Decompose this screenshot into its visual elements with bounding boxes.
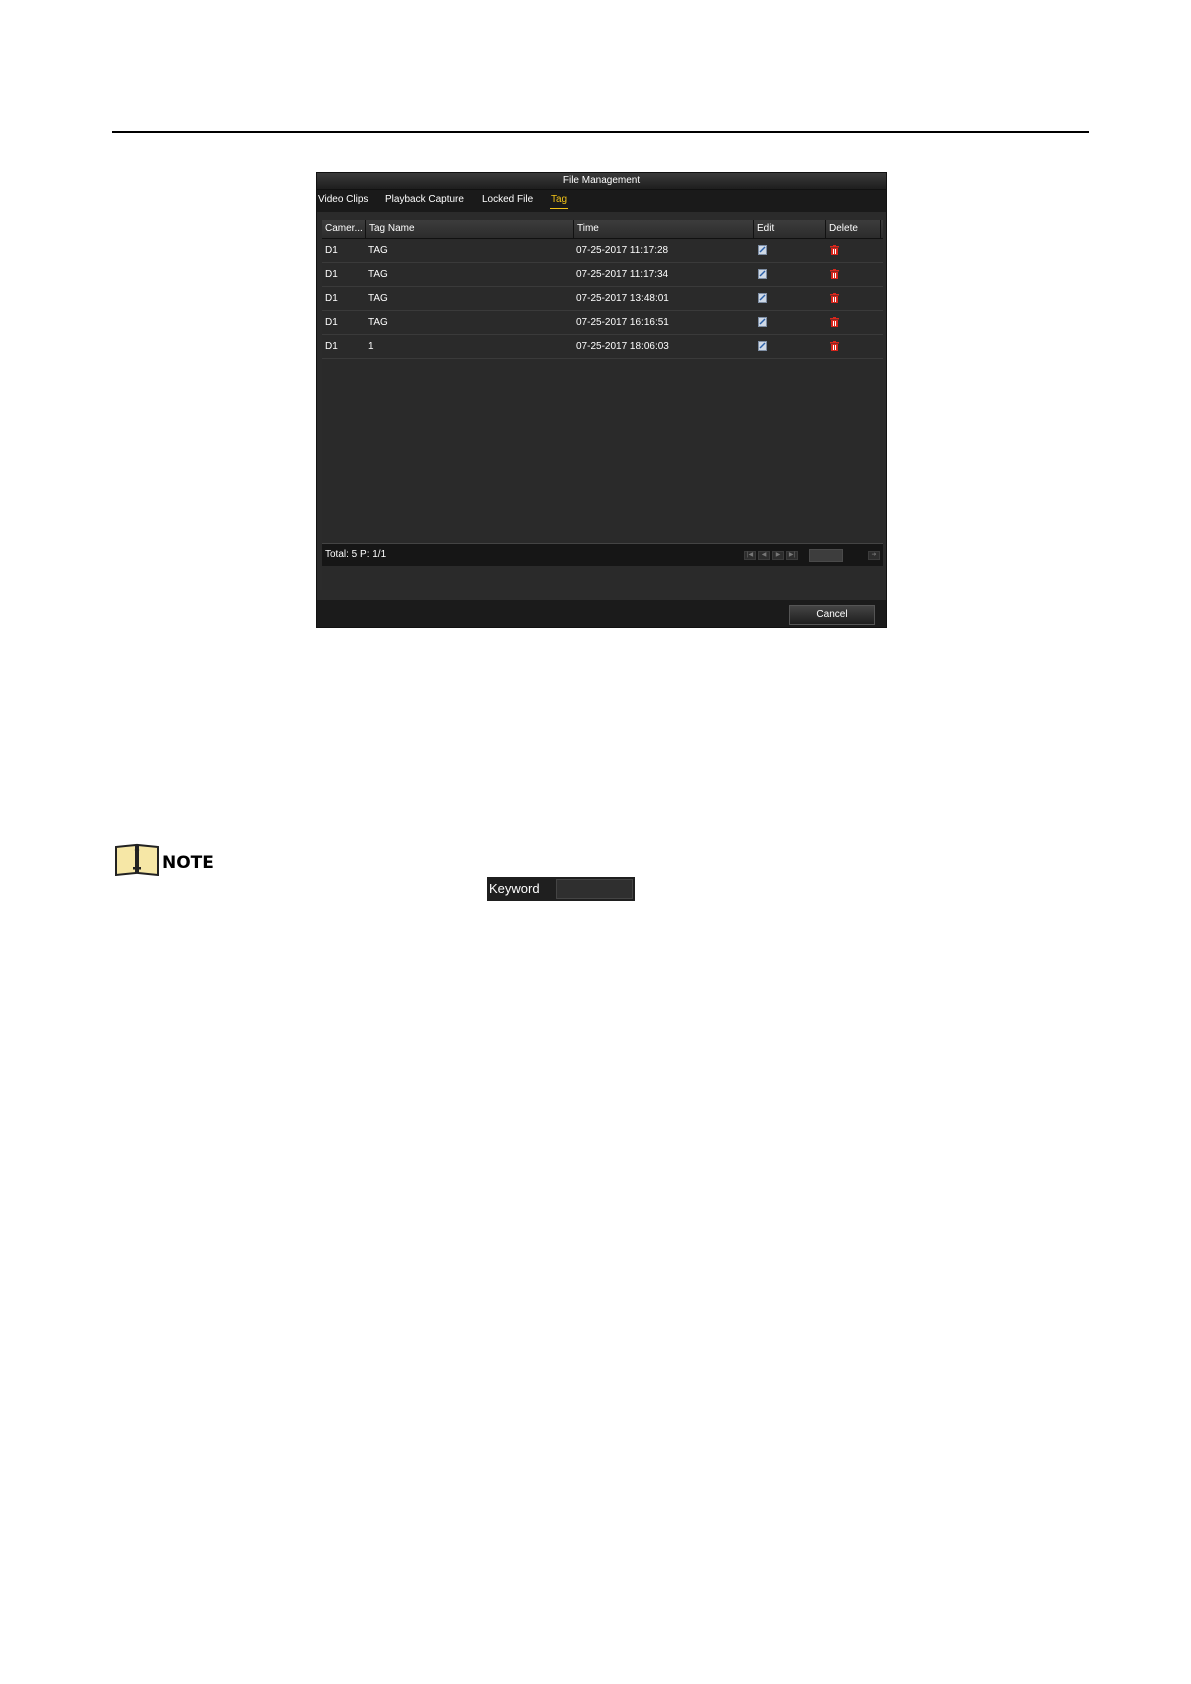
cell-tag-name: TAG (368, 269, 388, 280)
delete-icon[interactable] (830, 341, 839, 351)
column-delete[interactable]: Delete (826, 220, 881, 238)
note-book-icon (115, 843, 159, 876)
cancel-button[interactable]: Cancel (789, 605, 875, 625)
table-row[interactable]: D1 TAG 07-25-2017 16:16:51 (322, 311, 883, 335)
cell-camera: D1 (325, 245, 338, 256)
table-row[interactable]: D1 TAG 07-25-2017 11:17:28 (322, 239, 883, 263)
keyword-input[interactable] (556, 879, 633, 899)
cell-camera: D1 (325, 269, 338, 280)
cell-camera: D1 (325, 293, 338, 304)
tab-locked-file[interactable]: Locked File (482, 194, 533, 205)
prev-page-icon[interactable]: ◀ (758, 551, 770, 560)
delete-icon[interactable] (830, 317, 839, 327)
last-page-icon[interactable]: ▶| (786, 551, 798, 560)
delete-icon[interactable] (830, 293, 839, 303)
page-number-input[interactable] (809, 549, 843, 562)
tab-bar: Video Clips Playback Capture Locked File… (317, 190, 886, 212)
table-row[interactable]: D1 TAG 07-25-2017 11:17:34 (322, 263, 883, 287)
cell-camera: D1 (325, 341, 338, 352)
dialog-title: File Management (317, 173, 886, 190)
edit-icon[interactable] (758, 269, 767, 279)
tab-playback-capture[interactable]: Playback Capture (385, 194, 464, 205)
pagination-bar: Total: 5 P: 1/1 |◀ ◀ ▶ ▶| ➜ (322, 543, 883, 566)
cell-tag-name: TAG (368, 245, 388, 256)
cell-time: 07-25-2017 13:48:01 (576, 293, 669, 304)
next-page-icon[interactable]: ▶ (772, 551, 784, 560)
cell-camera: D1 (325, 317, 338, 328)
cell-tag-name: TAG (368, 293, 388, 304)
keyword-search-box: Keyword (487, 877, 635, 901)
page-header-rule (112, 131, 1089, 133)
edit-icon[interactable] (758, 245, 767, 255)
tag-list: Camer... Tag Name Time Edit Delete D1 TA… (322, 220, 883, 590)
delete-icon[interactable] (830, 269, 839, 279)
edit-icon[interactable] (758, 317, 767, 327)
cell-time: 07-25-2017 11:17:34 (576, 269, 669, 280)
table-row[interactable]: D1 1 07-25-2017 18:06:03 (322, 335, 883, 359)
column-tag-name[interactable]: Tag Name (366, 220, 574, 238)
table-row[interactable]: D1 TAG 07-25-2017 13:48:01 (322, 287, 883, 311)
go-page-icon[interactable]: ➜ (868, 551, 880, 560)
tab-video-clips[interactable]: Video Clips (318, 194, 368, 205)
edit-icon[interactable] (758, 293, 767, 303)
column-edit[interactable]: Edit (754, 220, 826, 238)
cell-time: 07-25-2017 11:17:28 (576, 245, 669, 256)
tab-tag[interactable]: Tag (549, 194, 569, 209)
keyword-label: Keyword (489, 881, 540, 896)
column-camera[interactable]: Camer... (322, 220, 366, 238)
cell-time: 07-25-2017 18:06:03 (576, 341, 669, 352)
note-label: NOTE (162, 853, 214, 873)
file-management-dialog: File Management Video Clips Playback Cap… (316, 172, 887, 628)
edit-icon[interactable] (758, 341, 767, 351)
total-count: Total: 5 P: 1/1 (325, 549, 387, 560)
delete-icon[interactable] (830, 245, 839, 255)
first-page-icon[interactable]: |◀ (744, 551, 756, 560)
tag-list-header: Camer... Tag Name Time Edit Delete (322, 220, 883, 239)
cell-tag-name: TAG (368, 317, 388, 328)
cell-tag-name: 1 (368, 341, 374, 352)
column-time[interactable]: Time (574, 220, 754, 238)
cell-time: 07-25-2017 16:16:51 (576, 317, 669, 328)
